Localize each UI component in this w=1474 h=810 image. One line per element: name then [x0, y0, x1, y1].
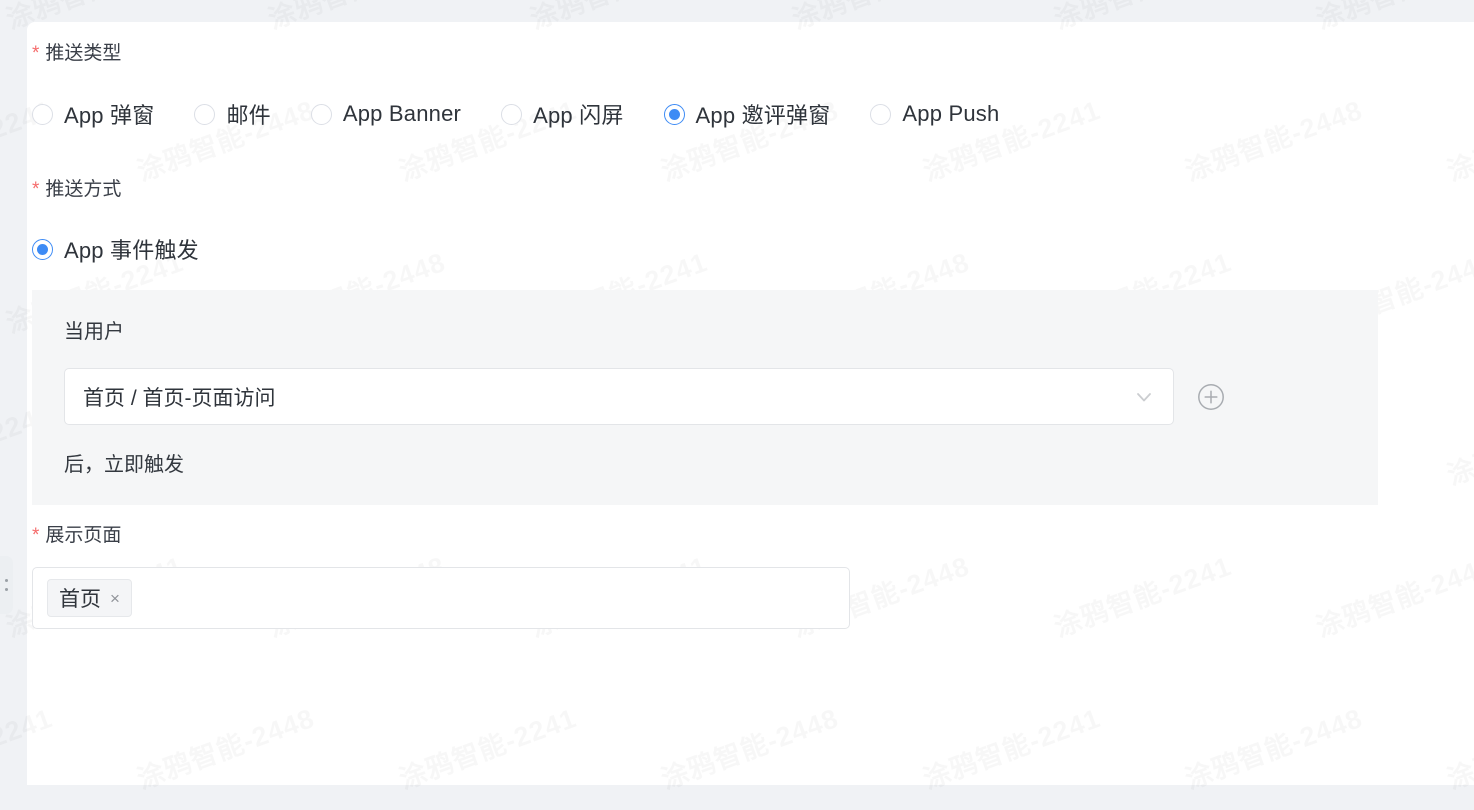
radio-label: App 闪屏 [533, 103, 624, 128]
push-method-radio-0[interactable]: App 事件触发 [32, 233, 199, 265]
event-select-value: 首页 / 首页-页面访问 [83, 386, 276, 410]
chevron-down-icon [1137, 392, 1151, 401]
radio-mark-icon[interactable] [663, 103, 685, 125]
event-trigger-panel: 当用户 首页 / 首页-页面访问 后，立即触发 [32, 290, 1378, 505]
radio-label: App Banner [342, 101, 462, 126]
handle-dot [5, 579, 8, 582]
trigger-prefix-text: 当用户 [64, 321, 124, 343]
display-page-label-text: 展示页面 [45, 525, 122, 546]
push-type-radio-2[interactable]: App Banner [310, 101, 462, 127]
radio-label: App 事件触发 [64, 238, 199, 263]
circle-plus-icon[interactable] [1197, 383, 1225, 411]
display-page-label: * 展示页面 [32, 522, 1412, 549]
required-asterisk: * [32, 43, 40, 64]
push-config-form: * 推送类型 App 弹窗 邮件 App Banner App 闪屏 App 邀评弹窗 A… [32, 40, 1412, 629]
required-asterisk: * [32, 525, 40, 546]
display-page-tag[interactable]: 首页 × [47, 579, 132, 617]
push-type-radio-group[interactable]: App 弹窗 邮件 App Banner App 闪屏 App 邀评弹窗 App Push [32, 98, 1412, 130]
push-method-label: * 推送方式 [32, 176, 1412, 203]
radio-mark-icon[interactable] [32, 238, 53, 260]
radio-mark-icon[interactable] [501, 103, 523, 125]
sidebar-collapse-handle[interactable] [0, 556, 13, 614]
radio-mark-icon[interactable] [310, 103, 332, 125]
radio-mark-icon[interactable] [194, 103, 216, 125]
tag-label: 首页 [59, 588, 101, 611]
push-type-radio-3[interactable]: App 闪屏 [501, 98, 623, 130]
push-method-label-text: 推送方式 [45, 179, 122, 200]
radio-label: App 弹窗 [64, 103, 155, 128]
trigger-suffix-text: 后，立即触发 [64, 454, 184, 476]
push-method-radio-group[interactable]: App 事件触发 [32, 233, 1412, 265]
required-asterisk: * [32, 179, 40, 200]
event-select[interactable]: 首页 / 首页-页面访问 [64, 368, 1174, 425]
radio-label: 邮件 [226, 103, 271, 128]
push-type-radio-5[interactable]: App Push [870, 101, 999, 127]
handle-dot [5, 588, 8, 591]
radio-mark-icon[interactable] [32, 103, 53, 125]
display-page-tag-select[interactable]: 首页 × [32, 567, 850, 629]
close-icon[interactable]: × [110, 590, 120, 607]
push-type-label: * 推送类型 [32, 40, 1412, 67]
push-type-radio-1[interactable]: 邮件 [194, 98, 271, 130]
radio-label: App Push [902, 101, 1000, 126]
push-type-label-text: 推送类型 [45, 43, 122, 64]
radio-label: App 邀评弹窗 [695, 103, 831, 128]
event-select-row: 首页 / 首页-页面访问 [64, 368, 1346, 425]
push-type-radio-4[interactable]: App 邀评弹窗 [663, 98, 831, 130]
push-type-radio-0[interactable]: App 弹窗 [32, 98, 154, 130]
radio-mark-icon[interactable] [870, 103, 892, 125]
